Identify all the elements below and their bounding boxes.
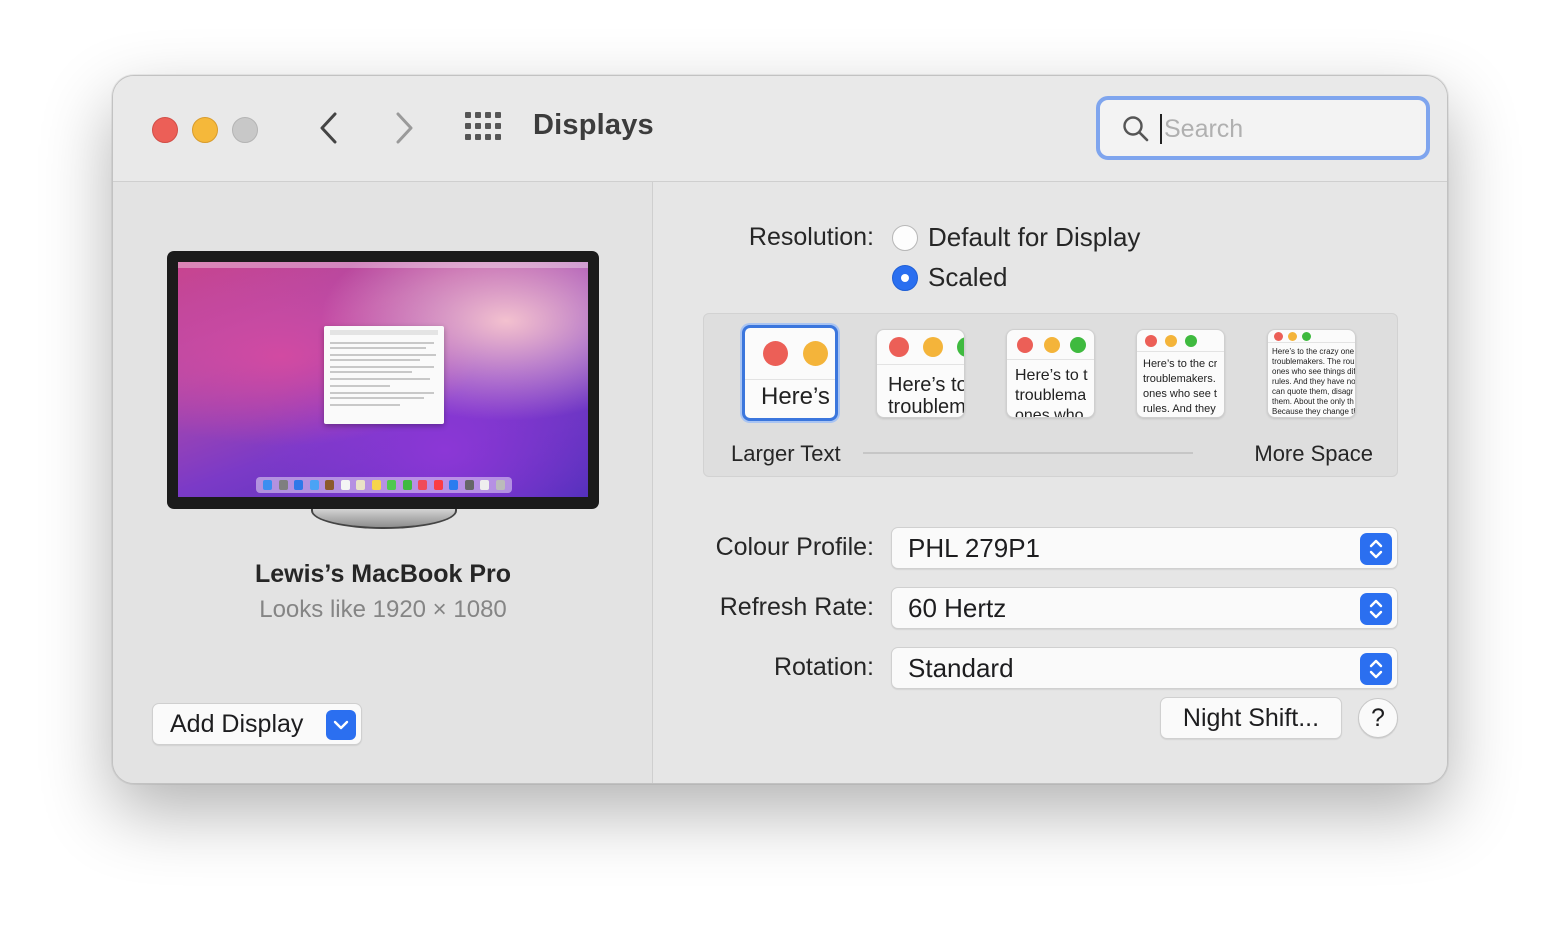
scale-option-2-line-2: troublem bbox=[888, 396, 965, 418]
text-caret bbox=[1160, 114, 1162, 144]
search-input[interactable] bbox=[1164, 108, 1414, 150]
display-settings-pane: Resolution: Default for Display Scaled H… bbox=[654, 182, 1447, 783]
forward-button[interactable] bbox=[384, 108, 424, 148]
title-bar: Displays bbox=[113, 76, 1447, 182]
colour-profile-value: PHL 279P1 bbox=[908, 533, 1041, 563]
scale-option-4[interactable]: Here’s to the cr troublemakers. ones who… bbox=[1136, 329, 1225, 418]
rotation-value: Standard bbox=[908, 653, 1014, 683]
displays-window: Displays Search Lewis’s MacBook Pro Look… bbox=[112, 75, 1448, 784]
resolution-label: Resolution: bbox=[748, 223, 874, 251]
chevron-left-icon bbox=[320, 112, 337, 144]
scale-option-3-line-3: ones who bbox=[1015, 407, 1084, 418]
scale-option-4-line-2: troublemakers. bbox=[1143, 373, 1216, 385]
scale-option-3-line-1: Here’s to t bbox=[1015, 367, 1088, 384]
scale-option-5-line-6: them. About the only th bbox=[1272, 397, 1354, 406]
refresh-rate-popup[interactable]: 60 Hertz bbox=[891, 587, 1398, 629]
scale-option-3-line-2: troublema bbox=[1015, 387, 1087, 404]
scale-option-3[interactable]: Here’s to t troublema ones who bbox=[1006, 329, 1095, 418]
window-title: Displays bbox=[533, 109, 654, 141]
chevron-down-icon bbox=[326, 710, 356, 740]
colour-profile-label: Colour Profile: bbox=[715, 533, 874, 561]
radio-default-label[interactable]: Default for Display bbox=[928, 222, 1140, 253]
scale-option-4-line-1: Here’s to the cr bbox=[1143, 358, 1218, 370]
rotation-popup[interactable]: Standard bbox=[891, 647, 1398, 689]
radio-scaled-label[interactable]: Scaled bbox=[928, 262, 1008, 293]
scale-divider bbox=[863, 452, 1193, 454]
rotation-label: Rotation: bbox=[773, 653, 874, 681]
scale-option-2[interactable]: Here’s to troublem bbox=[876, 329, 965, 418]
refresh-rate-value: 60 Hertz bbox=[908, 593, 1007, 623]
scaling-options: Here’s Here’s to troublem Here’s to t tr… bbox=[703, 313, 1398, 477]
up-down-chevron-icon bbox=[1360, 593, 1392, 625]
close-icon[interactable] bbox=[152, 117, 178, 143]
preview-document-window bbox=[324, 326, 444, 424]
scale-option-5-line-5: can quote them, disagr bbox=[1272, 387, 1354, 396]
scale-option-4-line-3: ones who see t bbox=[1143, 388, 1217, 400]
chevron-right-icon bbox=[396, 112, 413, 144]
preview-dock bbox=[256, 477, 512, 493]
back-button[interactable] bbox=[309, 108, 349, 148]
wallpaper-image bbox=[178, 262, 588, 497]
zoom-icon bbox=[232, 117, 258, 143]
scale-option-5-line-2: troublemakers. The rou bbox=[1272, 357, 1355, 366]
scale-option-4-line-4: rules. And they bbox=[1143, 403, 1216, 415]
refresh-rate-label: Refresh Rate: bbox=[719, 593, 874, 621]
grid-icon[interactable] bbox=[465, 112, 503, 142]
scale-option-5-line-7: Because they change th bbox=[1272, 407, 1356, 416]
search-field[interactable] bbox=[1096, 96, 1430, 160]
up-down-chevron-icon bbox=[1360, 533, 1392, 565]
radio-scaled[interactable] bbox=[892, 265, 918, 291]
more-space-label: More Space bbox=[1254, 441, 1373, 466]
help-button[interactable]: ? bbox=[1358, 698, 1398, 738]
scale-option-5-line-1: Here’s to the crazy one bbox=[1272, 347, 1355, 356]
up-down-chevron-icon bbox=[1360, 653, 1392, 685]
minimize-icon[interactable] bbox=[192, 117, 218, 143]
add-display-label: Add Display bbox=[170, 710, 304, 738]
larger-text-label: Larger Text bbox=[731, 441, 841, 466]
scale-option-5-line-4: rules. And they have no bbox=[1272, 377, 1356, 386]
display-name: Lewis’s MacBook Pro bbox=[254, 560, 512, 588]
add-display-button[interactable]: Add Display bbox=[152, 703, 362, 745]
scale-option-5-line-3: ones who see things dif bbox=[1272, 367, 1356, 376]
preview-menubar bbox=[178, 262, 588, 268]
scale-option-5[interactable]: Here’s to the crazy one troublemakers. T… bbox=[1267, 329, 1356, 418]
search-icon bbox=[1123, 116, 1149, 142]
scale-option-2-line-1: Here’s to bbox=[888, 374, 965, 396]
display-preview-pane: Lewis’s MacBook Pro Looks like 1920 × 10… bbox=[113, 182, 653, 783]
scale-option-1[interactable]: Here’s bbox=[742, 325, 838, 421]
radio-default-for-display[interactable] bbox=[892, 225, 918, 251]
scale-option-1-text: Here’s bbox=[761, 383, 830, 410]
monitor-stand bbox=[311, 509, 457, 529]
monitor-preview bbox=[167, 251, 599, 509]
colour-profile-popup[interactable]: PHL 279P1 bbox=[891, 527, 1398, 569]
night-shift-button[interactable]: Night Shift... bbox=[1160, 697, 1342, 739]
display-resolution: Looks like 1920 × 1080 bbox=[259, 596, 507, 623]
